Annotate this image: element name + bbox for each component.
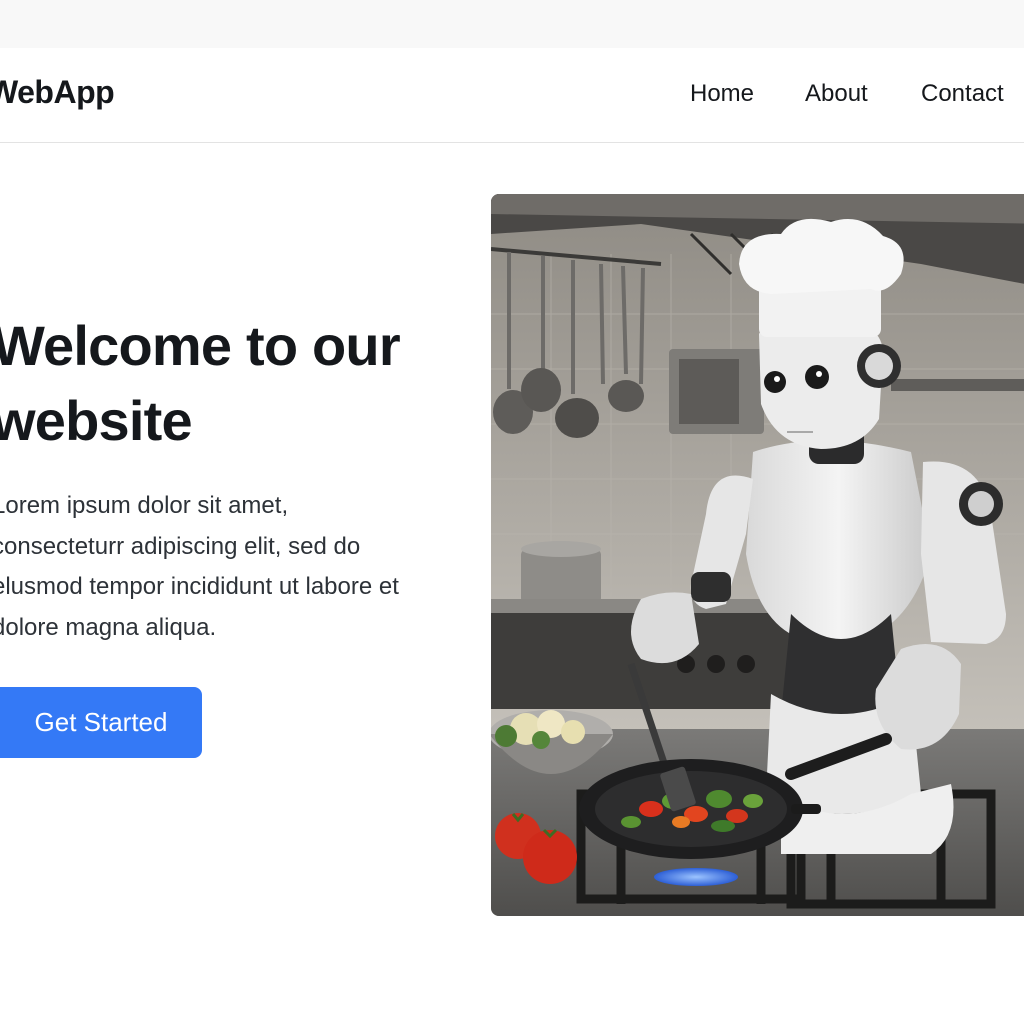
brand-logo[interactable]: WebApp <box>0 74 115 111</box>
hero-title: Welcome to our website <box>0 314 401 452</box>
get-started-button[interactable]: Get Started <box>0 687 202 758</box>
robot-chef-illustration <box>491 194 1024 916</box>
nav-link-home[interactable]: Home <box>690 80 754 108</box>
hero-image <box>491 194 1024 916</box>
nav-link-about[interactable]: About <box>805 80 868 108</box>
navbar: WebApp Home About Contact <box>0 48 1024 143</box>
hero-description: Lorem ipsum dolor sit amet, consecteturr… <box>0 492 399 641</box>
nav-link-contact[interactable]: Contact <box>921 80 1004 108</box>
browser-top-strip <box>0 0 1024 48</box>
